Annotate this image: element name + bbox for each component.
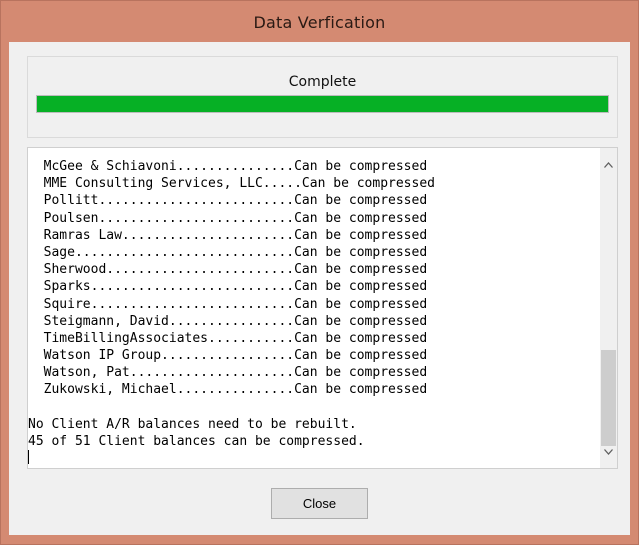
close-button[interactable]: Close xyxy=(271,488,368,519)
dialog-window: Data Verfication Complete McGee & Schiav… xyxy=(0,0,639,545)
log-line: MME Consulting Services, LLC.....Can be … xyxy=(28,176,435,192)
log-output[interactable]: McGee & Schiavoni...............Can be c… xyxy=(27,147,618,469)
log-line: McGee & Schiavoni...............Can be c… xyxy=(28,159,428,174)
progress-panel: Complete xyxy=(27,56,618,138)
vertical-scrollbar[interactable] xyxy=(600,148,617,468)
progress-bar-fill xyxy=(37,96,608,112)
log-line: Zukowski, Michael...............Can be c… xyxy=(28,382,428,398)
title-bar[interactable]: Data Verfication xyxy=(1,1,638,41)
window-title: Data Verfication xyxy=(253,12,386,32)
progress-status: Complete xyxy=(288,74,357,90)
log-line: Sherwood........................Can be c… xyxy=(28,262,428,278)
dialog-body: Complete McGee & Schiavoni..............… xyxy=(9,42,630,535)
log-line: 45 of 51 Client balances can be compress… xyxy=(28,434,365,449)
progress-bar xyxy=(36,95,609,113)
log-line: No Client A/R balances need to be rebuil… xyxy=(28,416,357,432)
scroll-down-button[interactable] xyxy=(600,443,617,460)
log-line: TimeBillingAssociates...........Can be c… xyxy=(28,330,428,346)
log-line: Squire..........................Can be c… xyxy=(28,296,428,312)
log-line: Ramras Law......................Can be c… xyxy=(28,227,428,243)
log-line: Sage............................Can be c… xyxy=(28,244,428,260)
text-caret xyxy=(28,450,29,465)
log-line: Watson, Pat.....................Can be c… xyxy=(28,365,428,381)
chevron-up-icon xyxy=(604,161,613,168)
text-cursor-line xyxy=(28,450,596,467)
scroll-up-button[interactable] xyxy=(600,156,617,173)
log-line: Poulsen.........................Can be c… xyxy=(28,210,428,226)
log-line: Sparks..........................Can be c… xyxy=(28,279,428,295)
scrollbar-thumb[interactable] xyxy=(601,350,616,446)
log-line: Watson IP Group.................Can be c… xyxy=(28,348,428,364)
chevron-down-icon xyxy=(604,448,613,455)
log-line: Steigmann, David................Can be c… xyxy=(28,313,428,329)
log-text-area[interactable]: McGee & Schiavoni...............Can be c… xyxy=(28,158,596,467)
log-line: Pollitt.........................Can be c… xyxy=(28,193,428,209)
